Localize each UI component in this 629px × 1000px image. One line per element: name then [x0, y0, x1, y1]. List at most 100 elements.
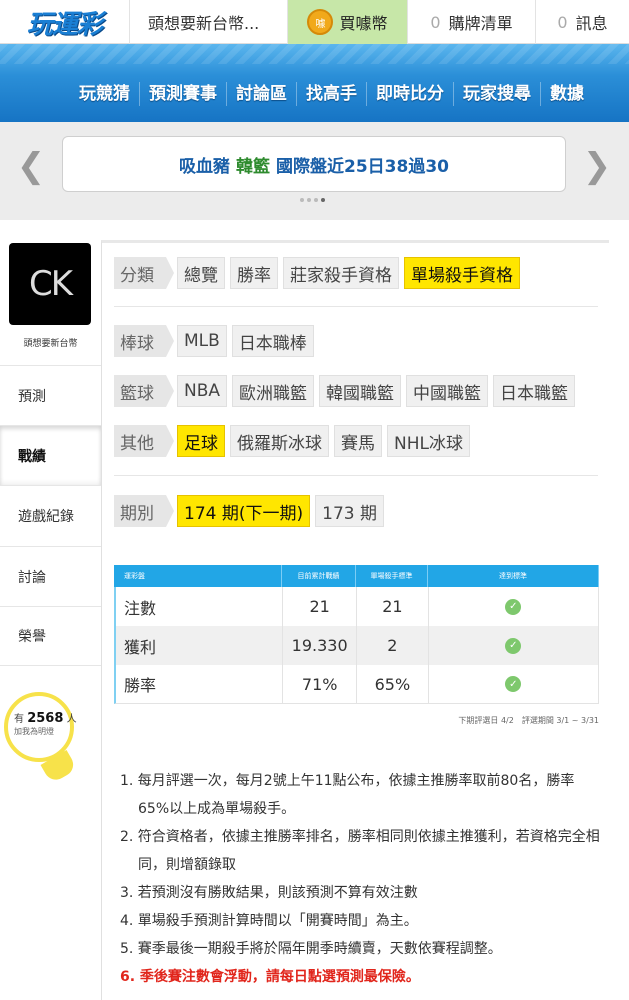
- fans-count: 2568: [27, 711, 64, 726]
- ticker-player: 吸血豬: [179, 156, 230, 177]
- met-cell: ✓: [429, 665, 599, 703]
- messages-label: 訊息: [575, 14, 608, 33]
- sidebar-item-game-history[interactable]: 遊戲紀錄: [0, 485, 101, 545]
- pager-dot: [300, 198, 304, 202]
- table-row: 注數 21 21 ✓: [114, 587, 599, 626]
- lightbulb-icon[interactable]: 有 2568 人 加我為明燈: [4, 692, 77, 762]
- chevron-right-icon[interactable]: ❯: [582, 146, 612, 186]
- filter-label-other: 其他: [114, 425, 174, 457]
- nav-item-predict[interactable]: 預測賽事: [140, 82, 227, 106]
- profile-username: 頭想要新台幣: [23, 339, 78, 349]
- met-cell: ✓: [429, 626, 599, 665]
- filter-chip-horse-racing[interactable]: 賽馬: [334, 425, 382, 457]
- standard-value: 65%: [357, 665, 429, 703]
- column-header: 達到標準: [428, 565, 599, 587]
- ticker-box[interactable]: 吸血豬 韓籃 國際盤近25日38過30: [62, 136, 566, 192]
- pager-dot: [314, 198, 318, 202]
- filter-chip-japan-basketball[interactable]: 日本職籃: [493, 375, 576, 407]
- filter-chip-euro-basketball[interactable]: 歐洲職籃: [232, 375, 315, 407]
- column-header: 運彩盤: [114, 565, 282, 587]
- coin-icon: 噱: [307, 9, 334, 35]
- filter-chip-banker-killer[interactable]: 莊家殺手資格: [283, 257, 399, 289]
- filter-label-basketball: 籃球: [114, 375, 174, 407]
- filter-chip-single-killer[interactable]: 單場殺手資格: [404, 257, 520, 289]
- sidebar-item-discussion[interactable]: 討論: [0, 546, 101, 606]
- filter-chip-nhl[interactable]: NHL冰球: [387, 425, 470, 457]
- table-row: 獲利 19.330 2 ✓: [114, 626, 599, 665]
- filter-label-category: 分類: [114, 257, 174, 289]
- filter-chip-overview[interactable]: 總覽: [177, 257, 225, 289]
- nav-item-forum[interactable]: 討論區: [227, 82, 297, 106]
- pager-dot: [307, 198, 311, 202]
- row-label: 獲利: [116, 626, 284, 665]
- filter-label-baseball: 棒球: [114, 325, 174, 357]
- nav-item-experts[interactable]: 找高手: [297, 82, 367, 106]
- check-circle-icon: ✓: [505, 676, 522, 692]
- chevron-left-icon[interactable]: ❮: [16, 146, 46, 186]
- rule-item: 1. 每月評選一次，每月2號上午11點公布，依據主推勝率取前80名，勝率65%以…: [120, 773, 575, 817]
- avatar[interactable]: CK: [9, 243, 91, 325]
- fans-suffix: 人: [66, 714, 77, 725]
- rule-item: 4. 單場殺手預測計算時間以「開賽時間」為主。: [120, 913, 418, 929]
- ticker-league: 韓籃: [236, 156, 270, 177]
- filter-row-basketball: 籃球 NBA 歐洲職籃 韓國職籃 中國職籃 日本職籃: [114, 375, 576, 407]
- check-circle-icon: ✓: [505, 598, 522, 615]
- pager-dot-active: [321, 198, 325, 202]
- top-bar: 玩運彩 頭想要新台幣... 噱 買噱幣 0 購牌清單 0 訊息: [0, 0, 629, 44]
- filter-chip-mlb[interactable]: MLB: [177, 325, 227, 357]
- standard-value: 21: [357, 587, 429, 626]
- row-label: 勝率: [116, 665, 284, 703]
- filter-chip-nba[interactable]: NBA: [177, 375, 228, 407]
- ticker-text: 國際盤近25日38過30: [276, 156, 449, 177]
- killer-stats-table: 運彩盤 目前累計戰績 單場殺手標準 達到標準 注數 21 21 ✓ 獲利 19.…: [114, 565, 599, 704]
- sidebar-item-honor[interactable]: 榮譽: [0, 606, 101, 666]
- cart-label: 購牌清單: [448, 14, 513, 33]
- cart-button[interactable]: 0 購牌清單: [408, 0, 536, 44]
- filter-chip-korea-basketball[interactable]: 韓國職籃: [319, 375, 402, 407]
- current-value: 19.330: [283, 626, 358, 665]
- period-chip-173[interactable]: 173 期: [315, 495, 384, 527]
- ticker-pagination: [300, 198, 325, 202]
- main-nav: 玩競猜 預測賽事 討論區 找高手 即時比分 玩家搜尋 數據: [70, 82, 593, 106]
- sidebar-item-predict[interactable]: 預測: [0, 365, 101, 425]
- column-header: 目前累計戰績: [282, 565, 356, 587]
- table-header: 運彩盤 目前累計戰績 單場殺手標準 達到標準: [114, 565, 599, 587]
- filter-chip-china-basketball[interactable]: 中國職籃: [406, 375, 489, 407]
- profile-sidebar: CK 頭想要新台幣 預測 戰績 遊戲紀錄 討論 榮譽 有 2568 人 加我為明…: [0, 240, 101, 1000]
- filter-chip-winrate[interactable]: 勝率: [230, 257, 278, 289]
- filter-label-period: 期別: [114, 495, 174, 527]
- nav-item-data[interactable]: 數據: [541, 82, 593, 106]
- filter-chip-soccer[interactable]: 足球: [177, 425, 225, 457]
- sidebar-item-record[interactable]: 戰績: [0, 425, 101, 485]
- filter-row-category: 分類 總覽 勝率 莊家殺手資格 單場殺手資格: [114, 257, 520, 289]
- record-panel: 分類 總覽 勝率 莊家殺手資格 單場殺手資格 棒球 MLB 日本職棒 籃球 NB…: [101, 240, 609, 1000]
- met-cell: ✓: [429, 587, 599, 626]
- rule-item: 3. 若預測沒有勝敗結果，則該預測不算有效注數: [120, 885, 418, 901]
- divider: [114, 306, 598, 307]
- nav-item-player-search[interactable]: 玩家搜尋: [454, 82, 541, 106]
- rules-list: 1. 每月評選一次，每月2號上午11點公布，依據主推勝率取前80名，勝率65%以…: [120, 767, 600, 991]
- messages-button[interactable]: 0 訊息: [536, 0, 629, 44]
- filter-row-period: 期別 174 期(下一期) 173 期: [114, 495, 384, 527]
- buy-coins-button[interactable]: 噱 買噱幣: [288, 0, 408, 44]
- nav-stripe-decoration: [0, 44, 629, 64]
- filter-chip-khl[interactable]: 俄羅斯冰球: [230, 425, 329, 457]
- logo-text: 玩運彩: [26, 9, 103, 40]
- current-value: 71%: [283, 665, 358, 703]
- cart-count: 0: [430, 12, 441, 32]
- user-name: 頭想要新台幣...: [148, 14, 260, 33]
- table-row: 勝率 71% 65% ✓: [114, 665, 599, 704]
- user-menu[interactable]: 頭想要新台幣...: [130, 0, 288, 44]
- fans-count-line: 有 2568 人: [14, 710, 77, 726]
- filter-chip-npb[interactable]: 日本職棒: [231, 325, 314, 357]
- fans-prefix: 有: [14, 714, 24, 725]
- site-logo[interactable]: 玩運彩: [0, 0, 130, 44]
- nav-item-guess[interactable]: 玩競猜: [70, 82, 140, 106]
- nav-item-live-score[interactable]: 即時比分: [367, 82, 454, 106]
- rule-item: 5. 賽季最後一期殺手將於隔年開季時續賣，天數依賽程調整。: [120, 941, 502, 957]
- column-header: 單場殺手標準: [356, 565, 428, 587]
- rule-item-warning: 6. 季後賽注數會浮動，請每日點選預測最保險。: [120, 969, 420, 985]
- period-chip-174[interactable]: 174 期(下一期): [177, 495, 311, 527]
- buy-coins-label: 買噱幣: [339, 14, 388, 33]
- current-value: 21: [283, 587, 358, 626]
